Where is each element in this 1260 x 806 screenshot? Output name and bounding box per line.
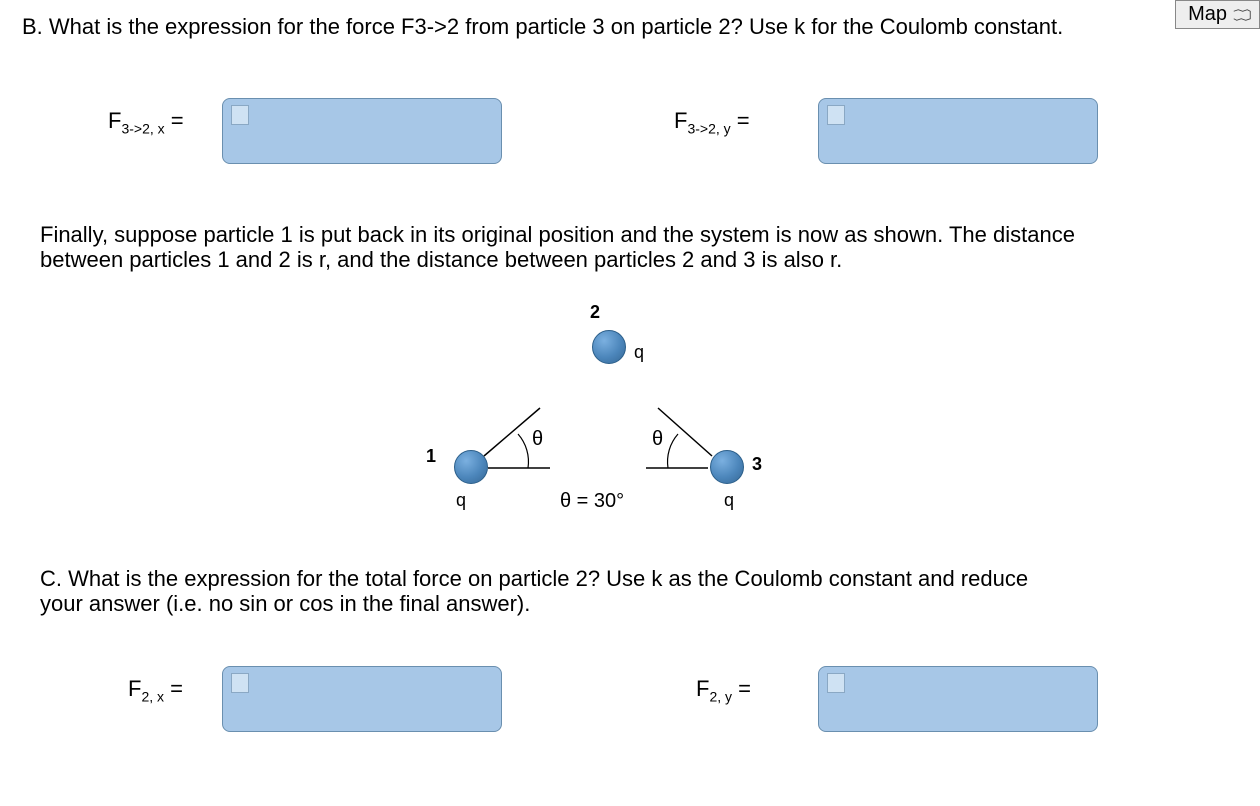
f2x-answer-box[interactable] (222, 666, 502, 732)
f2x-chip (231, 673, 249, 693)
f2y-label: F2, y = (696, 676, 751, 704)
partC-prompt: C. What is the expression for the total … (40, 566, 1040, 617)
coulomb-diagram: 2 q 1 q 3 q θ θ θ = 30° (400, 306, 780, 536)
f32x-chip (231, 105, 249, 125)
map-icon (1233, 8, 1251, 22)
theta-equals: θ = 30° (560, 490, 624, 513)
f2y-chip (827, 673, 845, 693)
theta-left: θ (532, 428, 543, 451)
f32x-label: F3->2, x = (108, 108, 184, 136)
middle-paragraph: Finally, suppose particle 1 is put back … (40, 222, 1130, 273)
f32y-label: F3->2, y = (674, 108, 750, 136)
partB-prompt: B. What is the expression for the force … (22, 14, 1202, 39)
theta-right: θ (652, 428, 663, 451)
f2y-answer-box[interactable] (818, 666, 1098, 732)
f2x-label: F2, x = (128, 676, 183, 704)
f32y-chip (827, 105, 845, 125)
f32x-answer-box[interactable] (222, 98, 502, 164)
f32y-answer-box[interactable] (818, 98, 1098, 164)
